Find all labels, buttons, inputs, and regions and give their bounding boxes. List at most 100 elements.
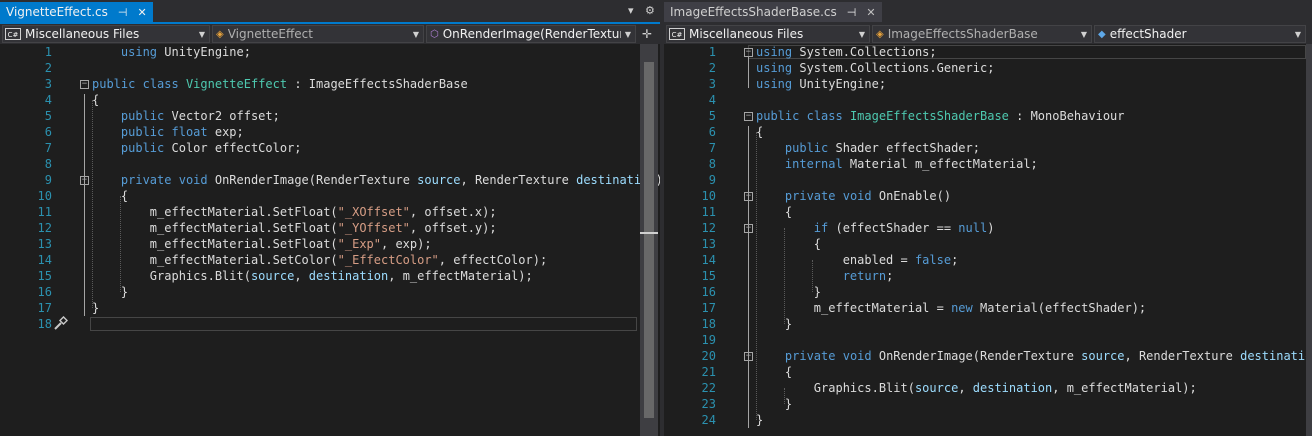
code-text[interactable]: m_effectMaterial.SetColor("_EffectColor"… [92,252,547,268]
code-line[interactable]: 2 using System.Collections.Generic; [664,60,1312,76]
code-line[interactable]: 1 using System.Collections; [664,44,1312,60]
code-text[interactable]: m_effectMaterial = new Material(effectSh… [756,300,1146,316]
code-line[interactable]: 5 public class ImageEffectsShaderBase : M… [664,108,1312,124]
code-text[interactable]: public float exp; [92,124,244,140]
code-line[interactable]: 16 } [0,284,660,300]
code-text[interactable]: private void OnRenderImage(RenderTexture… [756,348,1312,364]
code-line[interactable]: 17 m_effectMaterial = new Material(effec… [664,300,1312,316]
code-line[interactable]: 10 { [0,188,660,204]
code-text[interactable]: public class ImageEffectsShaderBase : Mo… [756,108,1125,124]
code-line[interactable]: 14 m_effectMaterial.SetColor("_EffectCol… [0,252,660,268]
code-line[interactable]: 24} [664,412,1312,428]
left-code-editor[interactable]: − − 1 using UnityEngine; 2 3 public class V… [0,44,660,436]
code-line[interactable]: 5 public Vector2 offset; [0,108,660,124]
code-line[interactable]: 7 public Shader effectShader; [664,140,1312,156]
code-text[interactable]: { [756,204,792,220]
code-line[interactable]: 16 } [664,284,1312,300]
code-text[interactable]: using System.Collections.Generic; [756,60,994,76]
code-text[interactable]: using UnityEngine; [756,76,886,92]
code-text[interactable]: m_effectMaterial.SetFloat("_Exp", exp); [92,236,432,252]
code-text[interactable]: enabled = false; [756,252,959,268]
code-line[interactable]: 17} [0,300,660,316]
code-text[interactable]: } [92,284,128,300]
pin-icon[interactable]: ⊣ [118,6,128,19]
code-line[interactable]: 9 private void OnRenderImage(RenderTextu… [0,172,660,188]
tab-image-effects-shader-base[interactable]: ImageEffectsShaderBase.cs ⊣ ✕ [664,2,882,22]
code-line[interactable]: 10 private void OnEnable() [664,188,1312,204]
code-line[interactable]: 15 return; [664,268,1312,284]
code-text[interactable]: public class VignetteEffect : ImageEffec… [92,76,468,92]
code-line[interactable]: 11 m_effectMaterial.SetFloat("_XOffset",… [0,204,660,220]
code-line[interactable]: 7 public Color effectColor; [0,140,660,156]
project-combo[interactable]: C# Miscellaneous Files ▼ [2,25,210,43]
scrollbar-thumb[interactable] [644,62,654,418]
code-line[interactable]: 4{ [0,92,660,108]
code-line[interactable]: 3 public class VignetteEffect : ImageEffe… [0,76,660,92]
settings-gear-icon[interactable]: ⚙ [645,4,655,17]
code-line[interactable]: 22 Graphics.Blit(source, destination, m_… [664,380,1312,396]
code-line[interactable]: 12 if (effectShader == null) [664,220,1312,236]
left-vertical-scrollbar[interactable] [640,44,658,436]
code-line[interactable]: 23 } [664,396,1312,412]
code-line[interactable]: 13 { [664,236,1312,252]
tab-list-dropdown-icon[interactable]: ▾ [628,4,634,17]
code-text[interactable]: { [756,236,821,252]
code-line[interactable]: 12 m_effectMaterial.SetFloat("_YOffset",… [0,220,660,236]
code-text[interactable]: } [756,284,821,300]
code-text[interactable]: using System.Collections; [756,44,937,60]
code-line[interactable]: 8 internal Material m_effectMaterial; [664,156,1312,172]
code-text[interactable]: { [92,92,99,108]
code-text[interactable]: using UnityEngine; [92,44,251,60]
code-text[interactable]: public Color effectColor; [92,140,302,156]
code-line[interactable]: 21 { [664,364,1312,380]
code-text[interactable]: Graphics.Blit(source, destination, m_eff… [92,268,533,284]
code-text[interactable]: { [92,188,128,204]
code-text[interactable]: public Shader effectShader; [756,140,980,156]
code-text[interactable]: Graphics.Blit(source, destination, m_eff… [756,380,1197,396]
code-text[interactable]: private void OnEnable() [756,188,951,204]
code-text[interactable]: private void OnRenderImage(RenderTexture… [92,172,660,188]
code-text[interactable]: { [756,364,792,380]
code-line[interactable]: 6 public float exp; [0,124,660,140]
class-combo[interactable]: ◈ VignetteEffect ▼ [212,25,424,43]
project-combo[interactable]: C# Miscellaneous Files ▼ [666,25,870,43]
right-code-editor[interactable]: − − − − − 1 using System.Collections; 2 usi… [664,44,1312,436]
code-text[interactable]: } [756,316,792,332]
code-line[interactable]: 19 [664,332,1312,348]
tab-vignette-effect[interactable]: VignetteEffect.cs ⊣ ✕ [0,2,153,22]
code-line[interactable]: 2 [0,60,660,76]
code-line[interactable]: 14 enabled = false; [664,252,1312,268]
code-line[interactable]: 3 using UnityEngine; [664,76,1312,92]
code-line[interactable]: 15 Graphics.Blit(source, destination, m_… [0,268,660,284]
code-line[interactable]: 18 [0,316,660,332]
code-token: } [756,413,764,427]
code-line[interactable]: 13 m_effectMaterial.SetFloat("_Exp", exp… [0,236,660,252]
close-icon[interactable]: ✕ [866,6,875,19]
code-text[interactable]: return; [756,268,894,284]
code-text[interactable]: m_effectMaterial.SetFloat("_YOffset", of… [92,220,497,236]
code-text[interactable]: public Vector2 offset; [92,108,280,124]
code-line[interactable]: 4 [664,92,1312,108]
code-line[interactable]: 11 { [664,204,1312,220]
member-combo[interactable]: ◆ effectShader ▼ [1094,25,1306,43]
class-combo[interactable]: ◈ ImageEffectsShaderBase ▼ [872,25,1092,43]
split-window-icon[interactable]: ✛ [638,25,656,43]
right-vertical-scrollbar[interactable] [1306,44,1312,436]
code-text[interactable]: } [756,396,792,412]
code-line[interactable]: 8 [0,156,660,172]
pin-icon[interactable]: ⊣ [847,6,857,19]
code-text[interactable]: } [92,300,99,316]
code-line[interactable]: 20 private void OnRenderImage(RenderText… [664,348,1312,364]
close-icon[interactable]: ✕ [137,6,146,19]
code-text[interactable]: } [756,412,763,428]
code-text[interactable]: internal Material m_effectMaterial; [756,156,1038,172]
code-line[interactable]: 6{ [664,124,1312,140]
code-text[interactable]: m_effectMaterial.SetFloat("_XOffset", of… [92,204,497,220]
code-line[interactable]: 1 using UnityEngine; [0,44,660,60]
member-combo[interactable]: ⬡ OnRenderImage(RenderTexture s ▼ [426,25,636,43]
code-line[interactable]: 9 [664,172,1312,188]
code-line[interactable]: 18 } [664,316,1312,332]
code-text[interactable]: { [756,124,763,140]
code-text[interactable]: if (effectShader == null) [756,220,995,236]
